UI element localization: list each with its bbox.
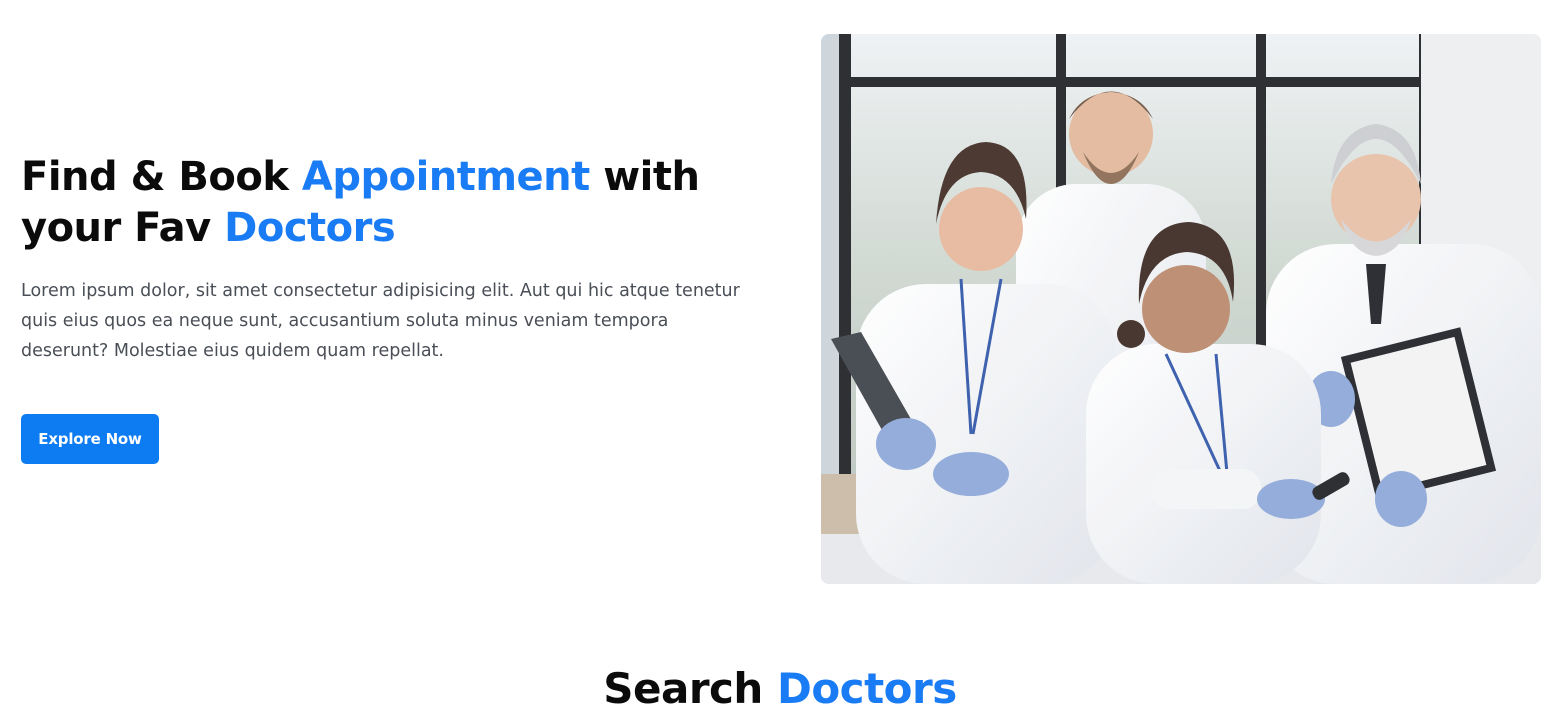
explore-now-button[interactable]: Explore Now: [21, 414, 159, 464]
doctors-photo: [821, 34, 1541, 584]
hero-title-accent-appointment: Appointment: [301, 154, 590, 200]
doctors-photo-illustration: [821, 34, 1541, 584]
hero-title: Find & Book Appointment with your Fav Do…: [21, 152, 741, 254]
hero-description: Lorem ipsum dolor, sit amet consectetur …: [21, 281, 740, 361]
hero-section: Find & Book Appointment with your Fav Do…: [0, 0, 1560, 600]
hero-title-text: Find & Book: [21, 154, 302, 200]
search-doctors-title: Search Doctors: [0, 660, 1560, 718]
search-title-accent: Doctors: [776, 664, 957, 713]
hero-title-accent-doctors: Doctors: [224, 205, 396, 251]
search-title-text: Search: [603, 664, 777, 713]
